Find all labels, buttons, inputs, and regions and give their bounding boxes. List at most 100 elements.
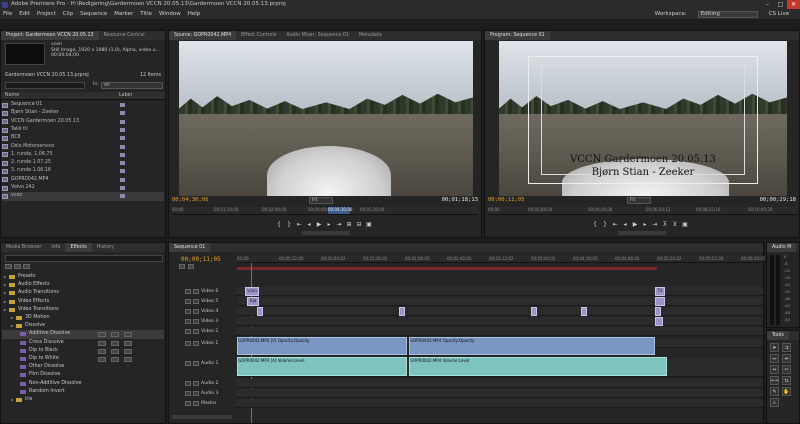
video3-title-clip[interactable] <box>655 317 663 326</box>
project-search-input[interactable] <box>5 82 85 89</box>
in-select[interactable]: All <box>101 82 163 89</box>
project-item[interactable]: Oslo Motorservice <box>2 143 164 151</box>
project-item[interactable]: Sequence 01 <box>2 101 164 109</box>
program-jog-shuttle[interactable] <box>618 231 666 235</box>
tab-effect-controls[interactable]: Effect Controls <box>236 31 281 40</box>
effect-folder[interactable]: ▸ Video Effects <box>2 298 164 306</box>
effect-item[interactable]: Other Dissolve <box>2 363 164 371</box>
track-lock-icon[interactable] <box>193 341 199 346</box>
effect-folder[interactable]: ▸ Dissolve <box>2 322 164 330</box>
audio-track-lane[interactable] <box>237 379 763 388</box>
go-to-out-icon[interactable]: ⇥ <box>336 221 343 228</box>
project-item[interactable]: 3. runde 1.06.16 <box>2 167 164 175</box>
video-track-lane[interactable] <box>237 287 763 296</box>
set-marker-icon[interactable] <box>188 264 194 269</box>
minimize-button[interactable]: – <box>761 0 774 9</box>
effect-item[interactable]: Cross Dissolve <box>2 339 164 347</box>
toggle-track-output-icon[interactable] <box>185 329 191 334</box>
source-timecode-current[interactable]: 00;04;30;06 <box>172 197 208 203</box>
step-back-icon[interactable]: ◂ <box>306 221 313 228</box>
track-lock-icon[interactable] <box>193 309 199 314</box>
tab-info[interactable]: Info <box>46 243 65 252</box>
timeline-timecode[interactable]: 00;00;11;05 <box>181 256 221 263</box>
program-play-icon[interactable]: ▶ <box>632 221 639 228</box>
play-icon[interactable]: ▶ <box>316 221 323 228</box>
program-step-forward-icon[interactable]: ▸ <box>642 221 649 228</box>
title-clip-end-2[interactable] <box>655 297 665 306</box>
menu-window[interactable]: Window <box>159 11 181 17</box>
program-timecode-current[interactable]: 00;00;11;05 <box>488 197 524 203</box>
tab-source[interactable]: Source: GOPR0042.MP4 <box>169 31 237 40</box>
column-name-header[interactable]: Name <box>5 92 19 100</box>
effect-folder[interactable]: ▸ Iris <box>2 396 164 404</box>
tab-audio-meter[interactable]: Audio M <box>767 243 797 252</box>
source-video-frame[interactable] <box>179 41 473 196</box>
project-item[interactable]: 2. runde 1.07.25 <box>2 159 164 167</box>
work-area-render-bar[interactable] <box>237 267 657 270</box>
toggle-track-output-icon[interactable] <box>185 289 191 294</box>
project-item[interactable]: 1. runde, 1.06.75 <box>2 151 164 159</box>
project-item[interactable]: Volvo 242 <box>2 184 164 192</box>
effect-item[interactable]: Film Dissolve <box>2 371 164 379</box>
tab-history[interactable]: History <box>92 243 119 252</box>
snap-icon[interactable] <box>179 264 185 269</box>
program-mark-in-icon[interactable]: { <box>592 221 599 228</box>
project-item[interactable]: VCCN Gardermoen 20.05.13 <box>2 118 164 126</box>
menu-title[interactable]: Title <box>140 11 152 17</box>
tab-effects[interactable]: Effects <box>65 243 92 252</box>
video4-title-clip[interactable] <box>531 307 537 316</box>
menu-edit[interactable]: Edit <box>19 11 30 17</box>
toggle-track-output-icon[interactable] <box>185 341 191 346</box>
source-fit-select[interactable]: Fit <box>309 197 333 204</box>
toggle-track-output-icon[interactable] <box>185 319 191 324</box>
insert-icon[interactable]: ⊞ <box>346 221 353 228</box>
tab-metadata[interactable]: Metadata <box>354 31 387 40</box>
tab-sequence-01[interactable]: Sequence 01 <box>169 243 211 252</box>
program-time-ruler[interactable]: 00;00 00;02;08;04 00;04;16;08 00;06;24;1… <box>488 207 796 215</box>
hand-tool-icon[interactable]: ✋ <box>782 387 791 396</box>
tab-audio-mixer[interactable]: Audio Mixer: Sequence 01 <box>281 31 354 40</box>
audio-track-lock-icon[interactable] <box>193 391 199 396</box>
video-track-lane[interactable] <box>237 327 763 336</box>
audio-track-lock-icon[interactable] <box>193 381 199 386</box>
effect-folder[interactable]: ▸ Audio Effects <box>2 281 164 289</box>
tab-project[interactable]: Project: Gardermoen VCCN 20.05.13 <box>1 31 99 40</box>
video1-clip-1[interactable]: GOPR0042.MP4 [V] Opacity:Opacity <box>237 337 407 355</box>
tab-tools[interactable]: Tools <box>767 331 789 340</box>
selection-tool-icon[interactable]: ➤ <box>770 343 779 352</box>
workspace-select[interactable]: Editing <box>697 10 758 18</box>
slip-tool-icon[interactable]: ⟷ <box>770 376 779 385</box>
effect-item[interactable]: Random Invert <box>2 388 164 396</box>
maximize-button[interactable]: □ <box>774 0 787 9</box>
program-go-to-in-icon[interactable]: ⇤ <box>612 221 619 228</box>
cs-live-button[interactable]: CS Live <box>769 11 789 17</box>
program-video-frame[interactable]: VCCN Gardermoen 20.05.13 Bjørn Stian - Z… <box>499 41 787 196</box>
source-playhead-marker[interactable]: 00;04;30;00 <box>328 207 352 214</box>
audio-track-lock-icon[interactable] <box>193 361 199 366</box>
column-label-header[interactable]: Label <box>119 92 132 100</box>
source-jog-shuttle[interactable] <box>302 231 350 235</box>
toggle-track-output-icon[interactable] <box>185 299 191 304</box>
track-lock-icon[interactable] <box>193 319 199 324</box>
menu-clip[interactable]: Clip <box>63 11 73 17</box>
project-item[interactable]: Takk til <box>2 126 164 134</box>
lift-icon[interactable]: ⊼ <box>662 221 669 228</box>
toggle-audio-icon[interactable] <box>185 361 191 366</box>
audio-track-lane[interactable] <box>237 389 763 398</box>
menu-help[interactable]: Help <box>188 11 201 17</box>
project-item[interactable]: Bjørn Stian - Zeeker <box>2 109 164 117</box>
program-step-back-icon[interactable]: ◂ <box>622 221 629 228</box>
timeline-zoom-slider[interactable] <box>172 415 232 419</box>
mark-in-icon[interactable]: { <box>276 221 283 228</box>
effect-item[interactable]: Dip to White <box>2 355 164 363</box>
video4-title-clip[interactable] <box>581 307 587 316</box>
ripple-edit-tool-icon[interactable]: ⟛ <box>770 354 779 363</box>
track-lock-icon[interactable] <box>193 299 199 304</box>
program-go-to-out-icon[interactable]: ⇥ <box>652 221 659 228</box>
32bit-effects-icon[interactable] <box>14 264 21 269</box>
tab-resource-central[interactable]: Resource Central <box>99 31 150 40</box>
video-track-lane[interactable] <box>237 317 763 326</box>
track-lock-icon[interactable] <box>193 329 199 334</box>
tab-program[interactable]: Program: Sequence 01 <box>485 31 550 40</box>
rate-stretch-tool-icon[interactable]: ↔ <box>770 365 779 374</box>
